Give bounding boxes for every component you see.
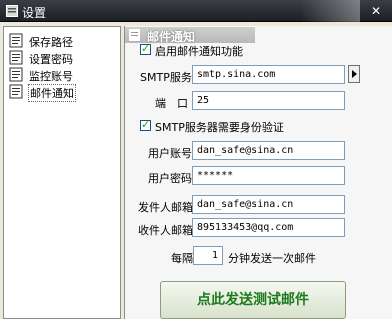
title-bar-fade: [300, 0, 360, 22]
sidebar-item-email-notify[interactable]: 邮件通知: [9, 83, 119, 102]
sidebar-item-label: 邮件通知: [28, 84, 76, 102]
sender-email-input[interactable]: dan_safe@sina.cn: [192, 195, 345, 214]
enable-notify-checkbox[interactable]: [140, 42, 151, 55]
smtp-server-input[interactable]: smtp.sina.com: [192, 65, 345, 84]
sidebar-item-label: 设置密码: [29, 53, 73, 66]
port-label: 端 口: [155, 97, 188, 110]
smtp-auth-checkbox[interactable]: [140, 118, 151, 131]
smtp-server-dropdown-button[interactable]: [348, 65, 360, 83]
port-input[interactable]: 25: [192, 91, 345, 110]
sidebar-item-label: 保存路径: [29, 36, 73, 49]
user-account-input[interactable]: dan_safe@sina.cn: [192, 141, 345, 160]
close-button[interactable]: ✕: [366, 3, 386, 19]
sidebar-item-set-password[interactable]: 设置密码: [9, 49, 119, 67]
receiver-email-input[interactable]: 895133453@qq.com: [192, 218, 345, 237]
user-account-label: 用户账号: [148, 147, 192, 160]
interval-minutes-input[interactable]: 1: [193, 246, 223, 265]
interval-suffix-label: 分钟发送一次邮件: [228, 252, 316, 265]
receiver-email-label: 收件人邮箱: [138, 224, 193, 237]
sidebar-item-monitor-account[interactable]: 监控账号: [9, 66, 119, 84]
sidebar: 保存路径 设置密码 监控账号 邮件通知: [3, 26, 121, 319]
section-header: 邮件通知: [125, 27, 255, 44]
document-icon: [9, 67, 23, 82]
smtp-auth-label: SMTP服务器需要身份验证: [155, 121, 284, 134]
interval-prefix-label: 每隔: [171, 252, 193, 265]
user-password-label: 用户密码: [148, 172, 192, 185]
document-icon: [9, 84, 23, 99]
sidebar-item-save-path[interactable]: 保存路径: [9, 32, 119, 50]
window-title: 设置: [22, 6, 47, 20]
document-icon: [9, 33, 23, 48]
app-icon: [6, 5, 18, 17]
section-icon: [129, 29, 140, 41]
sender-email-label: 发件人邮箱: [138, 201, 193, 214]
enable-notify-label: 启用邮件通知功能: [155, 45, 243, 58]
document-icon: [9, 50, 23, 65]
user-password-input[interactable]: ******: [192, 166, 345, 185]
send-test-email-button[interactable]: 点此发送测试邮件: [160, 281, 346, 319]
sidebar-item-label: 监控账号: [29, 70, 73, 83]
